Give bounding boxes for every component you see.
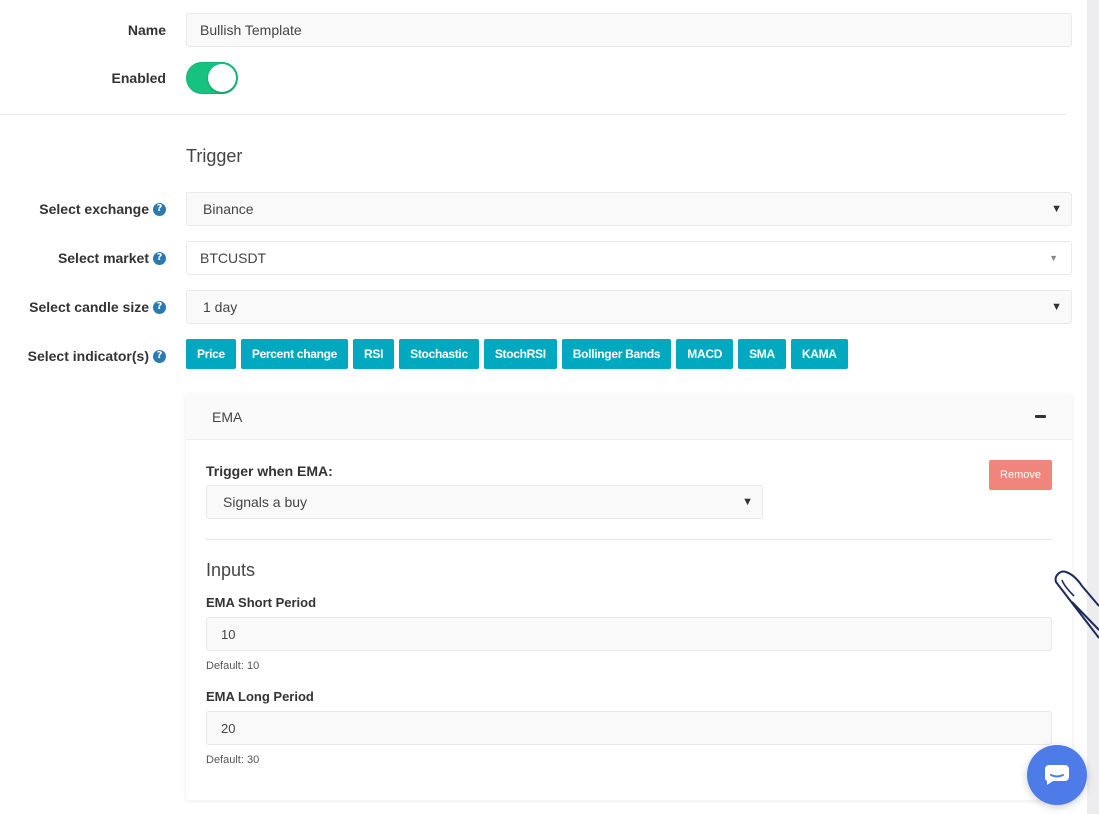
- enabled-label-text: Enabled: [111, 70, 166, 86]
- toggle-knob: [208, 64, 236, 92]
- question-circle-icon[interactable]: ?: [153, 202, 166, 216]
- indicator-chips: Price Percent change RSI Stochastic Stoc…: [186, 339, 848, 369]
- question-circle-icon[interactable]: ?: [153, 251, 166, 265]
- trigger-when-value: Signals a buy: [223, 494, 308, 510]
- caret-down-icon: ▼: [1051, 301, 1062, 313]
- section-divider: [0, 114, 1066, 115]
- caret-down-icon: ▼: [1049, 253, 1058, 263]
- ema-panel-title: EMA: [212, 409, 243, 425]
- exchange-label-text: Select exchange: [39, 201, 149, 217]
- ema-long-default: Default: 30: [206, 754, 260, 766]
- candle-select[interactable]: 1 day ▼: [186, 290, 1072, 324]
- scrollbar[interactable]: [1087, 0, 1099, 814]
- exchange-label: Select exchange ?: [39, 192, 166, 226]
- indicator-chip-stochastic[interactable]: Stochastic: [399, 339, 479, 369]
- chat-button[interactable]: [1027, 745, 1087, 805]
- ema-short-input[interactable]: 10: [206, 617, 1052, 651]
- ema-panel: EMA Trigger when EMA: Signals a buy ▼ Re…: [186, 394, 1072, 800]
- ema-short-default: Default: 10: [206, 660, 260, 672]
- trigger-section-title: Trigger: [186, 146, 243, 166]
- question-circle-icon[interactable]: ?: [153, 349, 166, 363]
- name-input[interactable]: Bullish Template: [186, 13, 1072, 47]
- exchange-select-value: Binance: [203, 201, 254, 217]
- indicator-chip-stochrsi[interactable]: StochRSI: [483, 339, 557, 369]
- indicator-chip-bollinger-bands[interactable]: Bollinger Bands: [561, 339, 672, 369]
- question-circle-icon[interactable]: ?: [153, 300, 166, 314]
- indicator-chip-kama[interactable]: KAMA: [790, 339, 848, 369]
- market-row: Select market ? BTCUSDT ▼: [0, 241, 1087, 275]
- hand-pointer-icon: [1054, 570, 1099, 639]
- panel-divider: [206, 539, 1052, 540]
- market-label: Select market ?: [58, 241, 166, 275]
- indicators-label-text: Select indicator(s): [27, 348, 149, 364]
- indicator-chip-rsi[interactable]: RSI: [353, 339, 395, 369]
- market-select-value: BTCUSDT: [200, 250, 267, 266]
- enabled-toggle[interactable]: [186, 62, 238, 94]
- name-label-text: Name: [127, 22, 166, 38]
- inputs-title: Inputs: [206, 560, 256, 580]
- indicator-chip-percent-change[interactable]: Percent change: [240, 339, 349, 369]
- name-label: Name: [128, 13, 166, 47]
- trigger-when-select[interactable]: Signals a buy ▼: [206, 485, 763, 519]
- name-input-value: Bullish Template: [200, 22, 302, 38]
- candle-label: Select candle size ?: [29, 290, 166, 324]
- ema-short-value: 10: [221, 626, 236, 642]
- caret-down-icon: ▼: [1051, 203, 1062, 215]
- ema-short-label: EMA Short Period: [206, 595, 317, 610]
- remove-button[interactable]: Remove: [989, 460, 1052, 490]
- name-row: Name Bullish Template: [0, 13, 1087, 47]
- candle-label-text: Select candle size: [29, 299, 149, 315]
- indicator-chip-macd[interactable]: MACD: [676, 339, 734, 369]
- ema-panel-header[interactable]: EMA: [186, 394, 1072, 440]
- indicator-chip-price[interactable]: Price: [186, 339, 236, 369]
- candle-select-value: 1 day: [203, 299, 238, 315]
- ema-long-value: 20: [221, 720, 236, 736]
- enabled-label: Enabled: [112, 62, 166, 94]
- minus-icon[interactable]: [1035, 415, 1046, 418]
- market-label-text: Select market: [57, 250, 149, 266]
- candle-row: Select candle size ? 1 day ▼: [0, 290, 1087, 324]
- market-select[interactable]: BTCUSDT ▼: [186, 241, 1072, 275]
- enabled-row: Enabled: [0, 62, 1087, 94]
- indicators-label: Select indicator(s) ?: [28, 339, 166, 373]
- indicator-chip-sma[interactable]: SMA: [738, 339, 786, 369]
- caret-down-icon: ▼: [742, 496, 753, 508]
- exchange-row: Select exchange ? Binance ▼: [0, 192, 1087, 226]
- chat-icon: [1044, 765, 1069, 785]
- ema-long-label: EMA Long Period: [206, 689, 314, 704]
- exchange-select[interactable]: Binance ▼: [186, 192, 1072, 226]
- trigger-when-label: Trigger when EMA:: [206, 463, 333, 479]
- ema-long-input[interactable]: 20: [206, 711, 1052, 745]
